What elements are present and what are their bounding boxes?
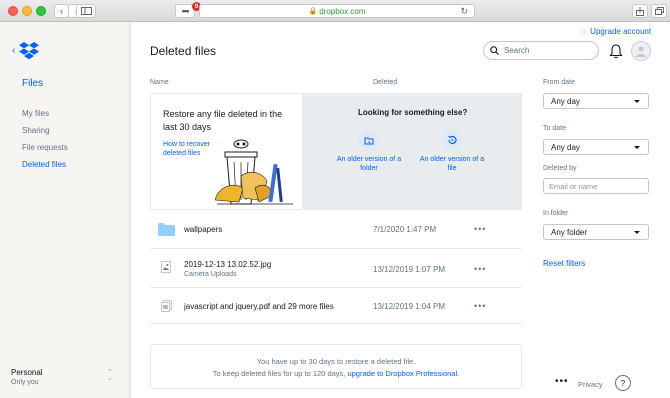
restore-folder-icon[interactable] (359, 130, 379, 150)
older-file-version-link[interactable]: An older version of a file (417, 155, 487, 173)
back-button[interactable]: ‹ (54, 4, 69, 18)
multiple-files-icon (161, 300, 172, 312)
folder-icon (158, 223, 175, 236)
retention-note-line2: To keep deleted files for up to 120 days… (151, 368, 521, 380)
user-avatar-icon (636, 46, 646, 57)
history-icon (448, 135, 457, 144)
lock-icon: 🔒 (308, 8, 318, 15)
caret-down-icon (634, 231, 640, 234)
account-name[interactable]: Personal (11, 368, 43, 377)
in-folder-value: Any folder (551, 227, 588, 237)
deleted-date: 13/12/2019 1:04 PM (373, 302, 446, 311)
restore-file-icon[interactable] (442, 130, 462, 150)
minimize-window-button[interactable] (22, 6, 32, 16)
deleted-by-label: Deleted by (543, 165, 577, 172)
table-row[interactable]: wallpapers 7/1/2020 1:47 PM ••• (150, 212, 522, 249)
sidebar-item-sharing[interactable]: Sharing (22, 126, 68, 143)
deleted-by-field[interactable] (543, 178, 649, 194)
sidebar-toggle-button[interactable] (76, 4, 96, 18)
trash-can-illustration (215, 139, 293, 205)
extension-icon: ••• (181, 6, 190, 16)
image-file-icon (161, 261, 171, 273)
table-row[interactable]: 2019-12-13 13.02.52.jpg Camera Uploads 1… (150, 249, 522, 288)
file-name[interactable]: 2019-12-13 13.02.52.jpg (184, 260, 271, 269)
main-content: ☆Upgrade account Deleted files Name Dele… (131, 22, 670, 398)
upgrade-account-link[interactable]: ☆ Upgrade account (580, 27, 651, 36)
help-icon: ? (620, 378, 626, 388)
share-icon (636, 6, 644, 16)
more-options-button[interactable]: ••• (555, 376, 569, 387)
sidebar-item-my-files[interactable]: My files (22, 109, 68, 126)
reset-filters-link[interactable]: Reset filters (543, 259, 585, 268)
chevron-left-icon: ‹ (60, 6, 63, 16)
bell-icon[interactable] (609, 43, 623, 59)
tabs-overview-button[interactable] (651, 4, 667, 18)
retention-note-suffix: . (457, 369, 460, 378)
from-date-select[interactable]: Any day (543, 93, 649, 109)
browser-toolbar: ‹ › ••• 9 🔒 dropbox.com ↻ (0, 0, 670, 22)
row-more-button[interactable]: ••• (474, 224, 486, 234)
star-icon: ☆ (580, 27, 588, 36)
sidebar-item-file-requests[interactable]: File requests (22, 143, 68, 160)
to-date-value: Any day (551, 142, 580, 152)
reload-icon[interactable]: ↻ (460, 6, 468, 17)
upgrade-label: Upgrade account (590, 27, 652, 36)
from-date-label: From date (543, 79, 575, 86)
collapse-nav-icon[interactable]: ‹ (12, 45, 15, 56)
zoom-window-button[interactable] (36, 6, 46, 16)
folder-history-icon (364, 137, 374, 144)
account-switcher-icon[interactable]: ⌃ ⌄ (107, 369, 113, 382)
sidebar-item-deleted-files[interactable]: Deleted files (22, 160, 68, 177)
row-more-button[interactable]: ••• (474, 301, 486, 311)
search-icon (490, 46, 499, 55)
caret-down-icon (634, 100, 640, 103)
close-window-button[interactable] (8, 6, 18, 16)
retention-note-line1: You have up to 30 days to restore a dele… (256, 357, 416, 366)
column-header-deleted[interactable]: Deleted (373, 79, 397, 86)
dropbox-logo-icon[interactable] (18, 42, 40, 62)
address-bar[interactable]: 🔒 dropbox.com ↻ (199, 4, 475, 18)
sidebar-icon (80, 7, 92, 15)
restore-info-text: Restore any file deleted in the last 30 … (163, 109, 283, 132)
avatar[interactable] (631, 41, 651, 61)
nav-list: My files Sharing File requests Deleted f… (22, 109, 68, 177)
restore-promo-banner: Restore any file deleted in the last 30 … (150, 93, 522, 210)
older-folder-version-link[interactable]: An older version of a folder (334, 155, 404, 173)
retention-note-prefix: To keep deleted files for up to 120 days… (212, 369, 346, 378)
file-name[interactable]: javascript and jquery.pdf and 29 more fi… (184, 302, 334, 311)
file-location[interactable]: Camera Uploads (184, 271, 237, 278)
restore-info-panel: Restore any file deleted in the last 30 … (150, 93, 303, 210)
help-button[interactable]: ? (615, 375, 631, 391)
retention-note: You have up to 30 days to restore a dele… (150, 344, 522, 389)
from-date-value: Any day (551, 96, 580, 106)
url-text: dropbox.com (319, 6, 366, 16)
page-title: Deleted files (150, 44, 217, 58)
to-date-label: To date (543, 125, 566, 132)
caret-down-icon (634, 146, 640, 149)
account-sub: Only you (11, 379, 39, 386)
left-sidebar: ‹ Files My files Sharing File requests D… (0, 22, 130, 398)
tabs-icon (654, 7, 664, 15)
table-row[interactable]: javascript and jquery.pdf and 29 more fi… (150, 288, 522, 324)
files-nav-title[interactable]: Files (22, 78, 43, 89)
looking-for-heading: Looking for something else? (358, 108, 468, 117)
upgrade-professional-link[interactable]: upgrade to Dropbox Professional (347, 369, 457, 378)
column-header-name[interactable]: Name (150, 79, 169, 86)
privacy-link[interactable]: Privacy (578, 380, 603, 389)
search-box[interactable] (483, 41, 599, 60)
search-input[interactable] (504, 46, 594, 55)
deleted-date: 7/1/2020 1:47 PM (373, 225, 437, 234)
in-folder-select[interactable]: Any folder (543, 224, 649, 240)
row-more-button[interactable]: ••• (474, 264, 486, 274)
file-name[interactable]: wallpapers (184, 225, 222, 234)
share-button[interactable] (632, 4, 648, 18)
to-date-select[interactable]: Any day (543, 139, 649, 155)
deleted-date: 13/12/2019 1:07 PM (373, 265, 446, 274)
in-folder-label: In folder (543, 210, 569, 217)
